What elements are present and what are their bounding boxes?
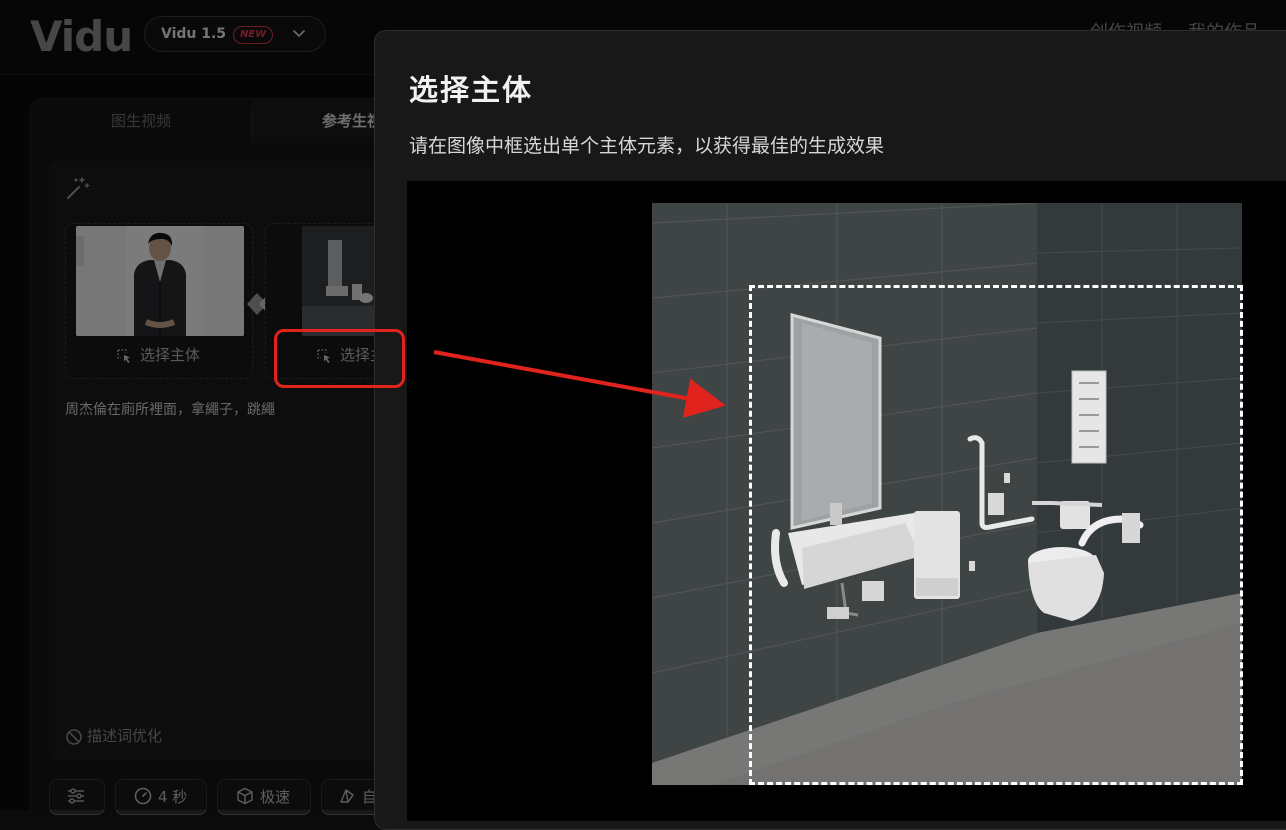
highlight-box xyxy=(274,329,405,388)
modal-title: 选择主体 xyxy=(409,73,534,107)
crop-canvas[interactable] xyxy=(407,181,1286,821)
selection-box[interactable] xyxy=(749,285,1243,785)
select-subject-modal: 选择主体 请在图像中框选出单个主体元素，以获得最佳的生成效果 xyxy=(374,30,1286,830)
modal-description: 请在图像中框选出单个主体元素，以获得最佳的生成效果 xyxy=(409,135,885,157)
